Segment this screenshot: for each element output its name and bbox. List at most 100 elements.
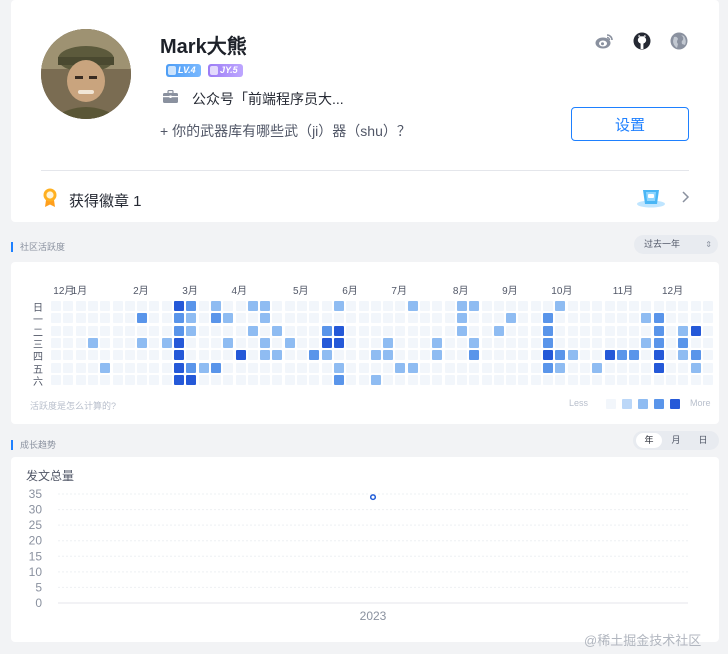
- heatmap-cell[interactable]: [592, 301, 603, 311]
- heatmap-cell[interactable]: [629, 350, 640, 361]
- heatmap-cell[interactable]: [174, 350, 184, 361]
- heatmap-cell[interactable]: [616, 313, 627, 324]
- heatmap-cell[interactable]: [530, 374, 541, 385]
- heatmap-cell[interactable]: [124, 374, 135, 385]
- heatmap-cell[interactable]: [469, 313, 480, 324]
- heatmap-cell[interactable]: [456, 362, 467, 373]
- heatmap-cell[interactable]: [567, 301, 578, 311]
- heatmap-cell[interactable]: [210, 313, 221, 324]
- heatmap-cell[interactable]: [407, 325, 418, 336]
- heatmap-cell[interactable]: [370, 301, 381, 311]
- heatmap-cell[interactable]: [543, 325, 553, 336]
- heatmap-cell[interactable]: [100, 337, 111, 348]
- heatmap-cell[interactable]: [432, 301, 443, 311]
- heatmap-cell[interactable]: [124, 301, 135, 311]
- heatmap-cell[interactable]: [358, 301, 369, 311]
- heatmap-cell[interactable]: [678, 350, 689, 361]
- heatmap-cell[interactable]: [518, 337, 529, 348]
- heatmap-cell[interactable]: [186, 301, 197, 311]
- heatmap-cell[interactable]: [604, 362, 615, 373]
- heatmap-cell[interactable]: [407, 350, 418, 361]
- heatmap-cell[interactable]: [309, 313, 320, 324]
- heatmap-cell[interactable]: [346, 337, 357, 348]
- heatmap-cell[interactable]: [506, 350, 517, 361]
- heatmap-cell[interactable]: [247, 325, 258, 336]
- heatmap-cell[interactable]: [272, 337, 283, 348]
- heatmap-cell[interactable]: [321, 301, 332, 311]
- heatmap-cell[interactable]: [124, 313, 135, 324]
- heatmap-cell[interactable]: [51, 374, 61, 385]
- heatmap-cell[interactable]: [481, 301, 492, 311]
- heatmap-cell[interactable]: [210, 350, 221, 361]
- heatmap-cell[interactable]: [358, 337, 369, 348]
- weibo-icon[interactable]: [595, 32, 613, 50]
- heatmap-cell[interactable]: [407, 374, 418, 385]
- heatmap-cell[interactable]: [456, 325, 467, 336]
- heatmap-cell[interactable]: [210, 337, 221, 348]
- heatmap-cell[interactable]: [309, 337, 320, 348]
- heatmap-cell[interactable]: [567, 337, 578, 348]
- heatmap-cell[interactable]: [235, 374, 246, 385]
- heatmap-cell[interactable]: [481, 313, 492, 324]
- heatmap-cell[interactable]: [63, 301, 74, 311]
- medal-count[interactable]: 获得徽章 1: [69, 190, 142, 211]
- heatmap-cell[interactable]: [641, 362, 652, 373]
- heatmap-cell[interactable]: [481, 374, 492, 385]
- toggle-day[interactable]: 日: [690, 433, 716, 448]
- heatmap-cell[interactable]: [678, 325, 689, 336]
- heatmap-cell[interactable]: [51, 313, 61, 324]
- heatmap-cell[interactable]: [100, 301, 111, 311]
- heatmap-cell[interactable]: [395, 313, 406, 324]
- heatmap-cell[interactable]: [530, 301, 541, 311]
- heatmap-cell[interactable]: [653, 337, 664, 348]
- heatmap-cell[interactable]: [297, 362, 307, 373]
- toggle-month[interactable]: 月: [663, 433, 689, 448]
- heatmap-cell[interactable]: [641, 325, 652, 336]
- heatmap-cell[interactable]: [63, 362, 74, 373]
- heatmap-cell[interactable]: [284, 325, 295, 336]
- heatmap-cell[interactable]: [641, 301, 652, 311]
- heatmap-cell[interactable]: [690, 337, 701, 348]
- heatmap-cell[interactable]: [370, 350, 381, 361]
- heatmap-cell[interactable]: [493, 325, 504, 336]
- heatmap-cell[interactable]: [666, 313, 676, 324]
- heatmap-cell[interactable]: [518, 313, 529, 324]
- heatmap-cell[interactable]: [210, 362, 221, 373]
- heatmap-cell[interactable]: [616, 350, 627, 361]
- heatmap-cell[interactable]: [284, 337, 295, 348]
- heatmap-cell[interactable]: [112, 301, 123, 311]
- heatmap-cell[interactable]: [690, 362, 701, 373]
- heatmap-cell[interactable]: [518, 325, 529, 336]
- heatmap-cell[interactable]: [555, 350, 566, 361]
- heatmap-cell[interactable]: [567, 374, 578, 385]
- heatmap-cell[interactable]: [284, 350, 295, 361]
- heatmap-cell[interactable]: [653, 350, 664, 361]
- heatmap-cell[interactable]: [161, 325, 172, 336]
- heatmap-cell[interactable]: [284, 362, 295, 373]
- heatmap-cell[interactable]: [530, 325, 541, 336]
- heatmap-cell[interactable]: [493, 350, 504, 361]
- heatmap-cell[interactable]: [63, 374, 74, 385]
- heatmap-cell[interactable]: [641, 374, 652, 385]
- heatmap-cell[interactable]: [641, 313, 652, 324]
- heatmap-cell[interactable]: [223, 362, 234, 373]
- heatmap-cell[interactable]: [395, 301, 406, 311]
- github-icon[interactable]: [633, 32, 651, 50]
- heatmap-cell[interactable]: [678, 313, 689, 324]
- heatmap-cell[interactable]: [567, 313, 578, 324]
- heatmap-cell[interactable]: [112, 325, 123, 336]
- heatmap-cell[interactable]: [592, 374, 603, 385]
- heatmap-cell[interactable]: [87, 325, 98, 336]
- heatmap-cell[interactable]: [235, 325, 246, 336]
- heatmap-cell[interactable]: [518, 374, 529, 385]
- heatmap-cell[interactable]: [198, 337, 209, 348]
- heatmap-cell[interactable]: [493, 313, 504, 324]
- heatmap-cell[interactable]: [51, 350, 61, 361]
- heatmap-cell[interactable]: [543, 313, 553, 324]
- heatmap-cell[interactable]: [149, 350, 160, 361]
- heatmap-cell[interactable]: [260, 313, 271, 324]
- heatmap-cell[interactable]: [161, 374, 172, 385]
- heatmap-cell[interactable]: [358, 325, 369, 336]
- heatmap-cell[interactable]: [161, 313, 172, 324]
- heatmap-cell[interactable]: [395, 350, 406, 361]
